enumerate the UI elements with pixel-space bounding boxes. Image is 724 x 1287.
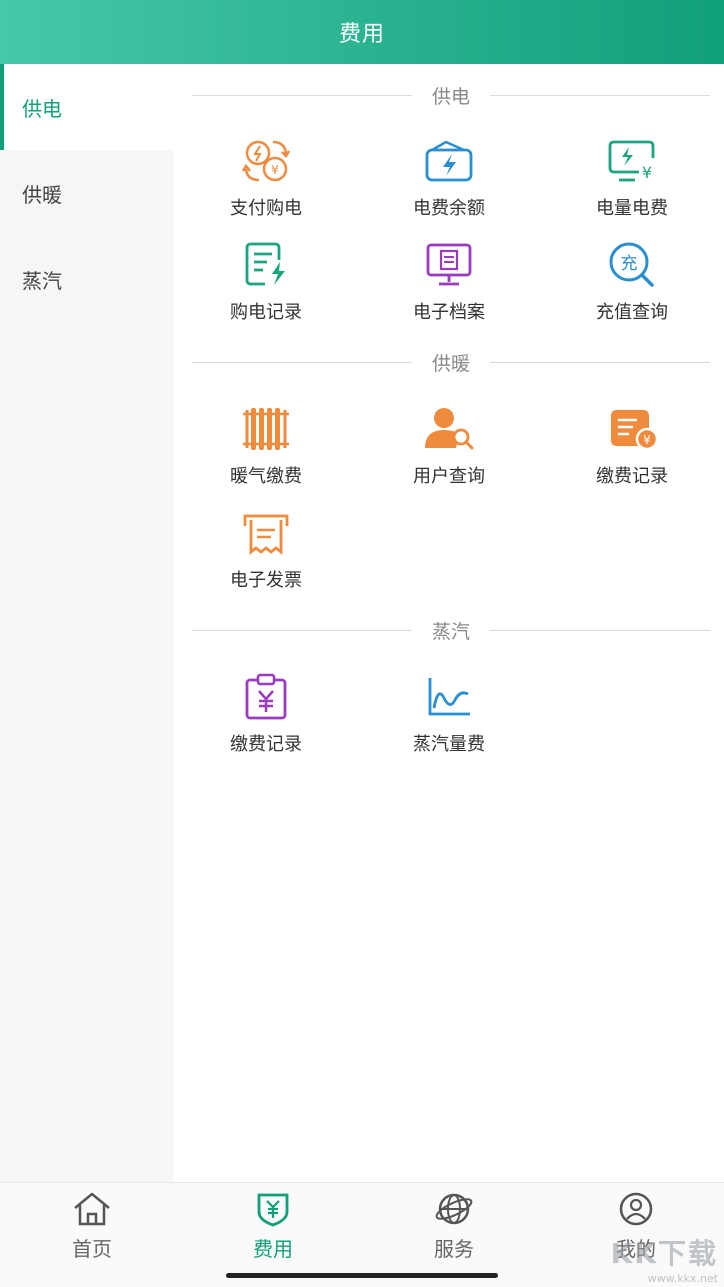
- grid-item-steam-payment-record[interactable]: 缴费记录: [191, 670, 341, 762]
- grid-item-recharge-query[interactable]: 充 充值查询: [557, 238, 707, 330]
- sidebar-item-label: 供暖: [22, 182, 62, 207]
- home-indicator: [226, 1273, 498, 1278]
- grid-item-pay-electricity[interactable]: ¥ 支付购电: [191, 134, 341, 226]
- section-title: 供暖: [432, 352, 471, 375]
- tab-services[interactable]: 服务: [384, 1189, 524, 1269]
- section-title: 蒸汽: [432, 620, 471, 643]
- user-search-icon: [422, 402, 476, 456]
- monitor-archive-icon: [422, 238, 476, 292]
- grid-item-label: 电量电费: [596, 198, 668, 219]
- watermark-url: www.kkx.net: [647, 1271, 718, 1285]
- globe-icon: [432, 1189, 476, 1229]
- grid-item-label: 支付购电: [230, 198, 302, 219]
- user-circle-icon: [614, 1189, 658, 1229]
- svg-text:¥: ¥: [642, 163, 652, 182]
- recharge-search-icon: 充: [605, 238, 659, 292]
- tab-home[interactable]: 首页: [22, 1189, 162, 1269]
- tab-label: 费用: [253, 1237, 293, 1261]
- e-invoice-icon: [239, 506, 293, 560]
- divider: [490, 361, 711, 363]
- grid-item-heating-payment-record[interactable]: ¥ 缴费记录: [557, 402, 707, 494]
- grid-item-e-invoice[interactable]: 电子发票: [191, 506, 341, 598]
- section-title: 供电: [432, 85, 471, 108]
- tab-label: 首页: [72, 1237, 112, 1261]
- grid-item-purchase-record[interactable]: 购电记录: [191, 238, 341, 330]
- app-header: 费用: [0, 0, 724, 64]
- main-content: 供电 ¥ 支付购电 电费余额 ¥ 电量电费 购电记录 电子档案 充 充值查询 供…: [174, 64, 724, 1182]
- grid-item-label: 蒸汽量费: [413, 734, 485, 755]
- purchase-record-icon: [239, 238, 293, 292]
- grid-item-label: 缴费记录: [230, 734, 302, 755]
- clipboard-yuan-icon: [239, 670, 293, 724]
- grid-item-electric-fee[interactable]: ¥ 电量电费: [557, 134, 707, 226]
- grid-item-balance[interactable]: 电费余额: [374, 134, 524, 226]
- grid-item-steam-fee[interactable]: 蒸汽量费: [374, 670, 524, 762]
- line-chart-icon: [422, 670, 476, 724]
- divider: [192, 629, 412, 631]
- payment-exchange-icon: ¥: [239, 134, 293, 188]
- home-icon: [70, 1189, 114, 1229]
- grid-item-label: 充值查询: [596, 302, 668, 323]
- divider: [192, 94, 412, 96]
- payment-record-icon: ¥: [605, 402, 659, 456]
- sidebar-item-heating[interactable]: 供暖: [0, 150, 174, 236]
- divider: [490, 629, 711, 631]
- electric-fee-icon: ¥: [605, 134, 659, 188]
- grid-item-e-archive[interactable]: 电子档案: [374, 238, 524, 330]
- grid-item-label: 电子发票: [230, 570, 302, 591]
- grid-item-label: 电费余额: [413, 198, 485, 219]
- svg-text:¥: ¥: [643, 433, 651, 447]
- tab-label: 服务: [434, 1237, 474, 1261]
- grid-item-label: 暖气缴费: [230, 466, 302, 487]
- grid-item-label: 缴费记录: [596, 466, 668, 487]
- wallet-icon: [422, 134, 476, 188]
- grid-item-heating-pay[interactable]: 暖气缴费: [191, 402, 341, 494]
- tab-fees[interactable]: 费用: [203, 1189, 343, 1269]
- grid-item-label: 电子档案: [413, 302, 485, 323]
- watermark: KK下载 www.kkx.net: [600, 1235, 718, 1285]
- grid-item-user-query[interactable]: 用户查询: [374, 402, 524, 494]
- watermark-text: KK下载: [610, 1236, 718, 1270]
- divider: [192, 361, 412, 363]
- sidebar-item-power[interactable]: 供电: [0, 64, 174, 150]
- yuan-shield-icon: [251, 1189, 295, 1229]
- sidebar-item-steam[interactable]: 蒸汽: [0, 236, 174, 322]
- divider: [490, 94, 711, 96]
- svg-text:充: 充: [621, 254, 638, 274]
- grid-item-label: 购电记录: [230, 302, 302, 323]
- section-header-steam: 蒸汽: [192, 615, 711, 645]
- svg-text:¥: ¥: [271, 163, 279, 177]
- radiator-icon: [239, 402, 293, 456]
- sidebar-item-label: 蒸汽: [22, 268, 62, 293]
- page-title: 费用: [338, 22, 385, 47]
- section-header-heating: 供暖: [192, 347, 711, 377]
- section-header-power: 供电: [192, 80, 711, 110]
- category-sidebar: 供电 供暖 蒸汽: [0, 64, 174, 1182]
- sidebar-item-label: 供电: [22, 96, 62, 121]
- grid-item-label: 用户查询: [413, 466, 485, 487]
